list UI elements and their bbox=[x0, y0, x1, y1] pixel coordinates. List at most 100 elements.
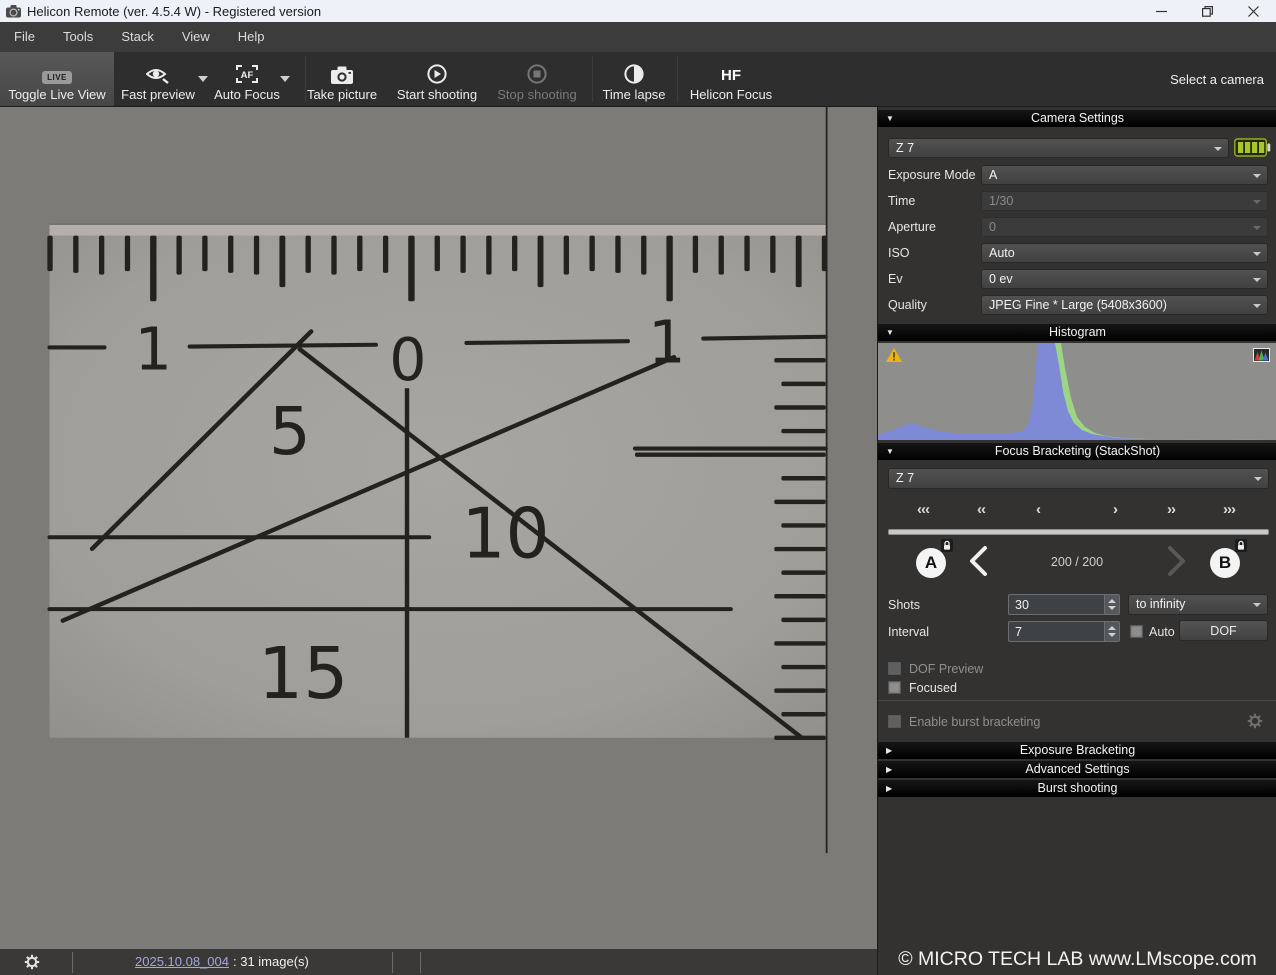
shots-input[interactable] bbox=[1009, 595, 1103, 614]
histogram-mode-icon[interactable] bbox=[1253, 348, 1270, 365]
spin-up-icon[interactable] bbox=[1108, 626, 1116, 630]
close-button[interactable] bbox=[1230, 0, 1276, 22]
live-badge-icon: LIVE bbox=[42, 58, 72, 84]
focus-bracketing-header[interactable]: ▼ Focus Bracketing (StackShot) bbox=[878, 443, 1276, 460]
helicon-focus-button[interactable]: HF Helicon Focus bbox=[686, 52, 776, 106]
statusbar-separator bbox=[420, 952, 421, 973]
exposure-mode-label: Exposure Mode bbox=[888, 165, 976, 185]
toggle-live-view-button[interactable]: LIVE Toggle Live View bbox=[0, 52, 114, 106]
minimize-button[interactable] bbox=[1138, 0, 1184, 22]
collapse-right-icon: ▶ bbox=[886, 742, 892, 759]
statusbar-separator bbox=[392, 952, 393, 973]
auto-interval-checkbox[interactable] bbox=[1130, 625, 1143, 638]
bracketing-device-select[interactable]: Z 7 bbox=[888, 468, 1269, 489]
move-far-backward-button[interactable]: ‹‹‹ bbox=[917, 498, 929, 522]
chevron-down-icon bbox=[1253, 603, 1261, 607]
stop-shooting-button[interactable]: Stop shooting bbox=[494, 52, 580, 106]
menu-stack[interactable]: Stack bbox=[107, 22, 168, 52]
burst-settings-gear-icon[interactable] bbox=[1247, 713, 1263, 732]
session-folder-link[interactable]: 2025.10.08_004 bbox=[135, 954, 229, 969]
dof-button[interactable]: DOF bbox=[1179, 620, 1268, 641]
time-lapse-button[interactable]: Time lapse bbox=[598, 52, 670, 106]
menu-file[interactable]: File bbox=[0, 22, 49, 52]
advanced-settings-header[interactable]: ▶ Advanced Settings bbox=[878, 761, 1276, 778]
burst-shooting-header[interactable]: ▶ Burst shooting bbox=[878, 780, 1276, 797]
interval-spin-buttons[interactable] bbox=[1104, 622, 1119, 641]
fast-preview-dropdown-arrow[interactable] bbox=[198, 52, 214, 106]
quality-select[interactable]: JPEG Fine * Large (5408x3600) bbox=[981, 295, 1268, 315]
advanced-settings-title: Advanced Settings bbox=[1025, 762, 1129, 776]
interval-input[interactable] bbox=[1009, 622, 1103, 641]
step-forward-button[interactable]: › bbox=[1113, 498, 1117, 522]
chevron-down-icon bbox=[1214, 147, 1222, 151]
next-frame-button[interactable] bbox=[1165, 545, 1189, 580]
menu-view[interactable]: View bbox=[168, 22, 224, 52]
collapse-right-icon: ▶ bbox=[886, 780, 892, 797]
menu-bar: File Tools Stack View Help bbox=[0, 22, 1276, 52]
auto-label: Auto bbox=[1149, 622, 1175, 642]
start-shooting-button[interactable]: Start shooting bbox=[396, 52, 478, 106]
collapse-down-icon: ▼ bbox=[886, 110, 894, 127]
exposure-mode-select[interactable]: A bbox=[981, 165, 1268, 185]
shots-spin-buttons[interactable] bbox=[1104, 595, 1119, 614]
focused-checkbox[interactable] bbox=[888, 681, 901, 694]
lock-b-icon bbox=[1235, 539, 1247, 555]
svg-text:10: 10 bbox=[461, 495, 549, 575]
auto-focus-dropdown-arrow[interactable] bbox=[280, 52, 296, 106]
shots-mode-select[interactable]: to infinity bbox=[1128, 594, 1268, 615]
focus-bracketing-title: Focus Bracketing (StackShot) bbox=[995, 444, 1160, 458]
preferences-gear-icon[interactable] bbox=[24, 954, 40, 973]
svg-text:1: 1 bbox=[135, 316, 172, 384]
collapse-right-icon: ▶ bbox=[886, 761, 892, 778]
burst-shooting-title: Burst shooting bbox=[1038, 781, 1118, 795]
copyright-text: © MICRO TECH LAB www.LMscope.com bbox=[878, 948, 1276, 971]
select-a-camera-label[interactable]: Select a camera bbox=[1170, 52, 1264, 106]
step-backward-button[interactable]: ‹ bbox=[1036, 498, 1040, 522]
chevron-down-icon bbox=[1253, 304, 1261, 308]
restore-button[interactable] bbox=[1184, 0, 1230, 22]
svg-text:1: 1 bbox=[648, 308, 685, 376]
chevron-down-icon bbox=[1253, 174, 1261, 178]
chevron-down-icon bbox=[1254, 477, 1262, 481]
menu-help[interactable]: Help bbox=[224, 22, 279, 52]
take-picture-button[interactable]: Take picture bbox=[308, 52, 376, 106]
move-backward-button[interactable]: ‹‹ bbox=[977, 498, 985, 522]
af-brackets-icon: AF bbox=[235, 58, 259, 84]
ev-label: Ev bbox=[888, 269, 903, 289]
enable-burst-bracketing-checkbox[interactable] bbox=[888, 715, 901, 728]
auto-focus-button[interactable]: AF Auto Focus bbox=[214, 52, 280, 106]
time-select[interactable]: 1/30 bbox=[981, 191, 1268, 211]
move-far-forward-button[interactable]: ››› bbox=[1223, 498, 1235, 522]
quality-label: Quality bbox=[888, 295, 927, 315]
collapse-down-icon: ▼ bbox=[886, 443, 894, 460]
aperture-select[interactable]: 0 bbox=[981, 217, 1268, 237]
spin-down-icon[interactable] bbox=[1108, 606, 1116, 610]
time-label: Time bbox=[888, 191, 915, 211]
aperture-label: Aperture bbox=[888, 217, 936, 237]
status-bar: 2025.10.08_004 : 31 image(s) bbox=[0, 948, 877, 975]
iso-label: ISO bbox=[888, 243, 910, 263]
spin-down-icon[interactable] bbox=[1108, 633, 1116, 637]
time-lapse-icon bbox=[624, 58, 644, 84]
live-view-image: 10151015 bbox=[0, 107, 877, 948]
helicon-remote-window: Helicon Remote (ver. 4.5.4 W) - Register… bbox=[0, 0, 1276, 975]
toolbar-separator bbox=[677, 56, 678, 102]
iso-select[interactable]: Auto bbox=[981, 243, 1268, 263]
hf-monogram-icon: HF bbox=[721, 58, 741, 84]
menu-tools[interactable]: Tools bbox=[49, 22, 107, 52]
camera-model-select[interactable]: Z 7 bbox=[888, 138, 1229, 158]
exposure-bracketing-header[interactable]: ▶ Exposure Bracketing bbox=[878, 742, 1276, 759]
histogram-header[interactable]: ▼ Histogram bbox=[878, 324, 1276, 341]
spin-up-icon[interactable] bbox=[1108, 599, 1116, 603]
previous-frame-button[interactable] bbox=[966, 545, 990, 580]
fast-preview-button[interactable]: Fast preview bbox=[118, 52, 198, 106]
ev-select[interactable]: 0 ev bbox=[981, 269, 1268, 289]
svg-text:5: 5 bbox=[269, 394, 311, 470]
bracketing-position: 200 / 200 bbox=[1027, 555, 1127, 569]
move-forward-button[interactable]: ›› bbox=[1167, 498, 1175, 522]
camera-settings-header[interactable]: ▼ Camera Settings bbox=[878, 110, 1276, 127]
focus-position-slider[interactable] bbox=[888, 529, 1269, 535]
window-title: Helicon Remote (ver. 4.5.4 W) - Register… bbox=[27, 4, 321, 19]
dof-preview-checkbox[interactable] bbox=[888, 662, 901, 675]
svg-text:0: 0 bbox=[389, 326, 426, 394]
